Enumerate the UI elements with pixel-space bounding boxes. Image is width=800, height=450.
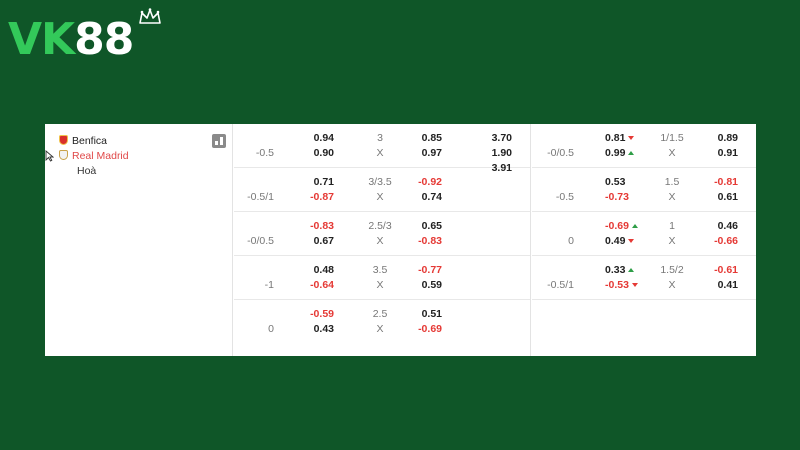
first-half-odds: -0/0.5 0.81 0.99 1/1.5 X 0.89 0.91 -0.5 0.53 -0.7… — [532, 124, 756, 356]
handicap-value: 0 — [268, 323, 274, 335]
away-odds[interactable]: 0.90 — [294, 146, 334, 160]
away-odds[interactable]: -0.73 — [605, 190, 653, 204]
away-odds[interactable]: 0.43 — [294, 322, 334, 336]
total-line: 1/1.5 — [660, 132, 684, 144]
odds-row: -0/0.5 -0.83 0.67 2.5/3 X 0.65 -0.83 — [234, 212, 530, 256]
odds-row: -0.5/1 0.33 -0.53 1.5/2 X -0.61 0.41 — [532, 256, 756, 300]
odds-row: 0 -0.59 0.43 2.5 X 0.51 -0.69 — [234, 300, 530, 344]
stats-icon[interactable] — [212, 134, 226, 148]
arrow-up-icon — [628, 151, 635, 155]
away-odds[interactable]: -0.53 — [605, 278, 653, 292]
over-odds[interactable]: -0.61 — [698, 263, 738, 277]
vk88-logo: VK88 — [8, 14, 134, 66]
total-line: 3.5 — [372, 264, 388, 276]
handicap-value: -0/0.5 — [247, 235, 274, 247]
total-line: 3/3.5 — [368, 176, 392, 188]
home-odds[interactable]: 0.48 — [294, 263, 334, 277]
home-odds[interactable]: 0.53 — [605, 175, 653, 189]
under-odds[interactable]: 0.74 — [402, 190, 442, 204]
under-odds[interactable]: -0.69 — [402, 322, 442, 336]
odds-row: -1 0.48 -0.64 3.5 X -0.77 0.59 — [234, 256, 530, 300]
under-label: X — [376, 147, 384, 159]
over-odds[interactable]: 0.85 — [402, 131, 442, 145]
home-odds[interactable]: 0.71 — [294, 175, 334, 189]
handicap-value: -0.5 — [555, 191, 574, 203]
under-label: X — [376, 279, 384, 291]
arrow-down-icon — [628, 239, 635, 243]
logo-prefix: VK — [8, 14, 75, 65]
arrow-up-icon — [628, 268, 635, 272]
away-odds[interactable]: 0.49 — [605, 234, 653, 248]
arrow-down-icon — [628, 136, 635, 140]
odds-panel: Benfica Real Madrid Hoà -0.5 0.94 0.90 3 X 0.… — [45, 124, 756, 356]
full-time-odds: -0.5 0.94 0.90 3 X 0.85 0.97 -0.5/1 0.71 -0.87 3/3… — [234, 124, 531, 356]
team-column: Benfica Real Madrid Hoà — [45, 124, 233, 356]
under-label: X — [668, 147, 676, 159]
handicap-value: -1 — [264, 279, 274, 291]
handicap-value: -0.5 — [255, 147, 274, 159]
under-odds[interactable]: 0.91 — [698, 146, 738, 160]
handicap-value: -0.5/1 — [547, 279, 574, 291]
under-odds[interactable]: 0.41 — [698, 278, 738, 292]
team-away[interactable]: Real Madrid — [59, 149, 129, 163]
under-label: X — [668, 235, 676, 247]
handicap-value: 0 — [568, 235, 574, 247]
team-home-label: Benfica — [72, 135, 108, 147]
home-odds[interactable]: 0.81 — [605, 131, 653, 145]
under-label: X — [376, 235, 384, 247]
logo-number: 88 — [74, 14, 134, 65]
home-odds[interactable]: 0.94 — [294, 131, 334, 145]
under-odds[interactable]: 0.97 — [402, 146, 442, 160]
arrow-down-icon — [631, 283, 638, 287]
total-line: 1.5/2 — [660, 264, 684, 276]
over-odds[interactable]: -0.81 — [698, 175, 738, 189]
handicap-value: -0.5/1 — [247, 191, 274, 203]
handicap-value: -0/0.5 — [547, 147, 574, 159]
mouse-cursor-icon — [45, 150, 54, 162]
over-odds[interactable]: -0.77 — [402, 263, 442, 277]
one-x-two-odds[interactable]: 3.70 — [470, 131, 512, 145]
over-odds[interactable]: 0.89 — [698, 131, 738, 145]
benfica-crest-icon — [59, 135, 68, 145]
over-odds[interactable]: 0.51 — [402, 307, 442, 321]
real-madrid-crest-icon — [59, 150, 68, 160]
total-line: 2.5 — [372, 308, 388, 320]
under-label: X — [376, 323, 384, 335]
total-line: 2.5/3 — [368, 220, 392, 232]
home-odds[interactable]: 0.33 — [605, 263, 653, 277]
arrow-up-icon — [631, 224, 638, 228]
under-odds[interactable]: -0.83 — [402, 234, 442, 248]
odds-row: 0 -0.69 0.49 1 X 0.46 -0.66 — [532, 212, 756, 256]
odds-row: -0.5 0.53 -0.73 1.5 X -0.81 0.61 — [532, 168, 756, 212]
total-line: 1.5 — [664, 176, 680, 188]
draw-label: Hoà — [77, 165, 97, 177]
home-odds[interactable]: -0.59 — [294, 307, 334, 321]
one-x-two-odds[interactable]: 1.90 — [470, 146, 512, 160]
total-line: 3 — [377, 132, 383, 144]
team-home[interactable]: Benfica — [59, 134, 107, 148]
away-odds[interactable]: 0.67 — [294, 234, 334, 248]
under-odds[interactable]: 0.59 — [402, 278, 442, 292]
away-odds[interactable]: 0.99 — [605, 146, 653, 160]
over-odds[interactable]: -0.92 — [402, 175, 442, 189]
under-odds[interactable]: -0.66 — [698, 234, 738, 248]
under-label: X — [376, 191, 384, 203]
crown-icon — [139, 8, 161, 24]
over-odds[interactable]: 0.46 — [698, 219, 738, 233]
away-odds[interactable]: -0.87 — [294, 190, 334, 204]
total-line: 1 — [669, 220, 675, 232]
under-odds[interactable]: 0.61 — [698, 190, 738, 204]
home-odds[interactable]: -0.69 — [605, 219, 653, 233]
away-odds[interactable]: -0.64 — [294, 278, 334, 292]
one-x-two-odds[interactable]: 3.91 — [470, 161, 512, 175]
under-label: X — [668, 191, 676, 203]
odds-row: -0/0.5 0.81 0.99 1/1.5 X 0.89 0.91 — [532, 124, 756, 168]
over-odds[interactable]: 0.65 — [402, 219, 442, 233]
team-away-label: Real Madrid — [72, 150, 129, 162]
home-odds[interactable]: -0.83 — [294, 219, 334, 233]
under-label: X — [668, 279, 676, 291]
